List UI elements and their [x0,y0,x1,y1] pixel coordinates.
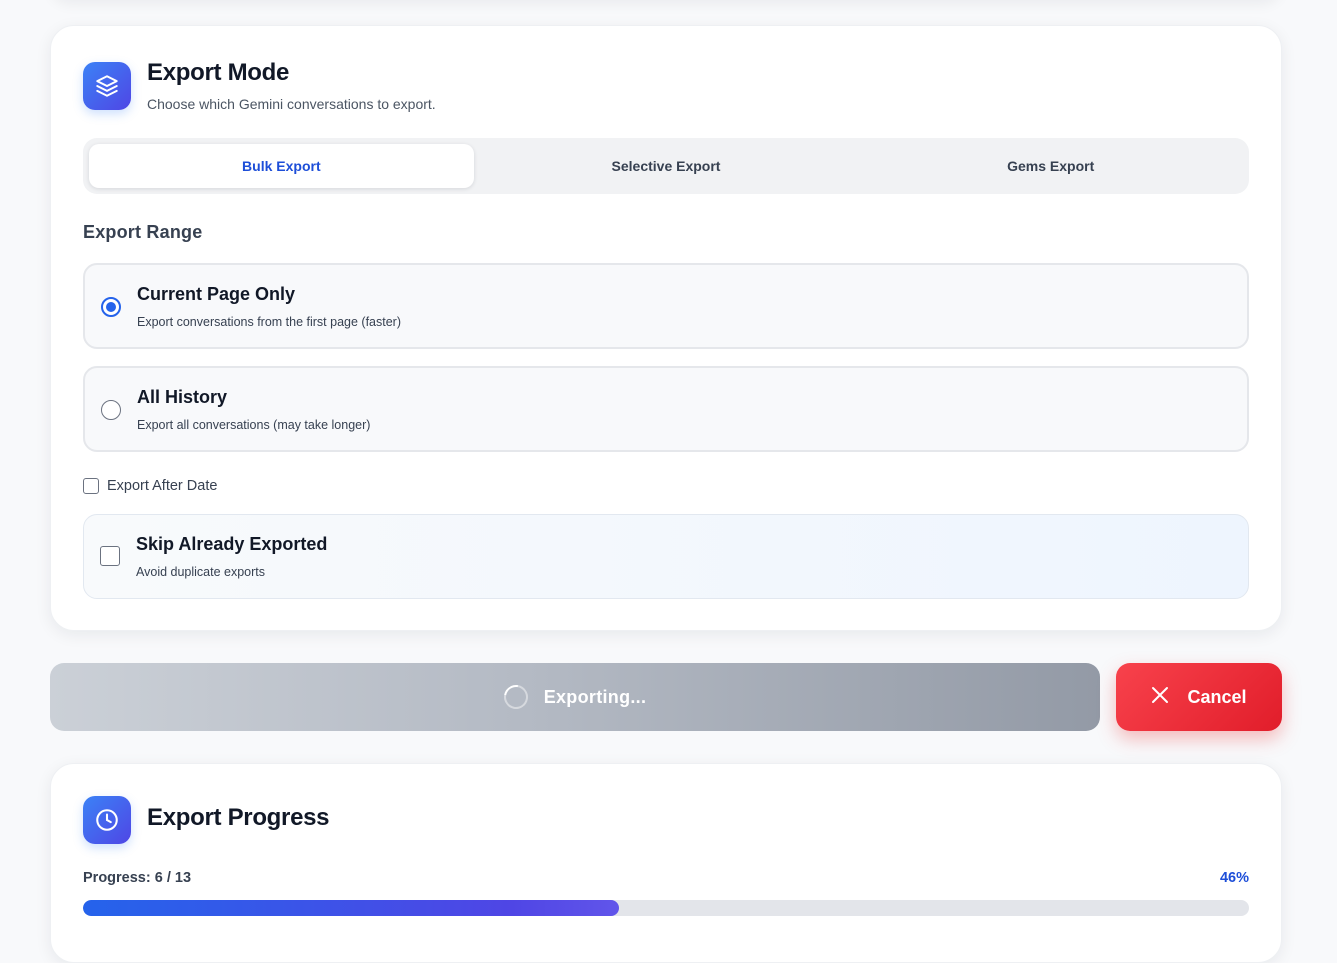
export-range-label: Export Range [83,222,203,242]
progress-bar [83,900,1249,916]
spinner-icon [498,680,533,714]
progress-count: Progress: 6 / 13 [83,870,191,886]
cancel-button[interactable]: Cancel [1116,663,1282,731]
export-mode-card: Export Mode Choose which Gemini conversa… [50,25,1282,631]
progress-bar-fill [83,900,620,916]
close-icon [1151,686,1169,709]
skip-exported-description: Avoid duplicate exports [136,565,266,579]
tab-selective-export[interactable]: Selective Export [474,144,859,188]
cancel-button-label: Cancel [1187,686,1247,707]
skip-exported-checkbox[interactable] [100,546,120,566]
export-after-date-checkbox[interactable] [83,478,99,494]
layers-icon [83,62,131,110]
export-button-label: Exporting... [543,686,647,707]
skip-exported-option[interactable]: Skip Already Exported Avoid duplicate ex… [83,514,1249,599]
export-progress-title: Export Progress [147,804,330,831]
radio-current-page[interactable] [101,297,121,317]
progress-count-value: 6 / 13 [154,870,192,886]
progress-label-prefix: Progress: [83,870,151,886]
export-mode-tabs: Bulk Export Selective Export Gems Export [83,138,1249,194]
option-title: Current Page Only [137,284,296,304]
option-description: Export all conversations (may take longe… [137,418,371,432]
range-option-current-page[interactable]: Current Page Only Export conversations f… [83,263,1249,349]
export-progress-card: Export Progress Progress: 6 / 13 46% [50,763,1282,963]
export-after-date-row[interactable]: Export After Date [83,478,217,494]
export-mode-subtitle: Choose which Gemini conversations to exp… [147,96,436,112]
radio-all-history[interactable] [101,400,121,420]
skip-exported-title: Skip Already Exported [136,534,328,554]
option-title: All History [137,387,228,407]
tab-gems-export[interactable]: Gems Export [858,144,1243,188]
tab-bulk-export[interactable]: Bulk Export [89,144,474,188]
export-after-date-label: Export After Date [107,478,218,494]
clock-icon [83,796,131,844]
export-button[interactable]: Exporting... [50,663,1100,731]
range-option-all-history[interactable]: All History Export all conversations (ma… [83,366,1249,452]
option-description: Export conversations from the first page… [137,315,401,329]
progress-percent: 46% [1219,870,1249,886]
export-mode-title: Export Mode [147,59,290,86]
